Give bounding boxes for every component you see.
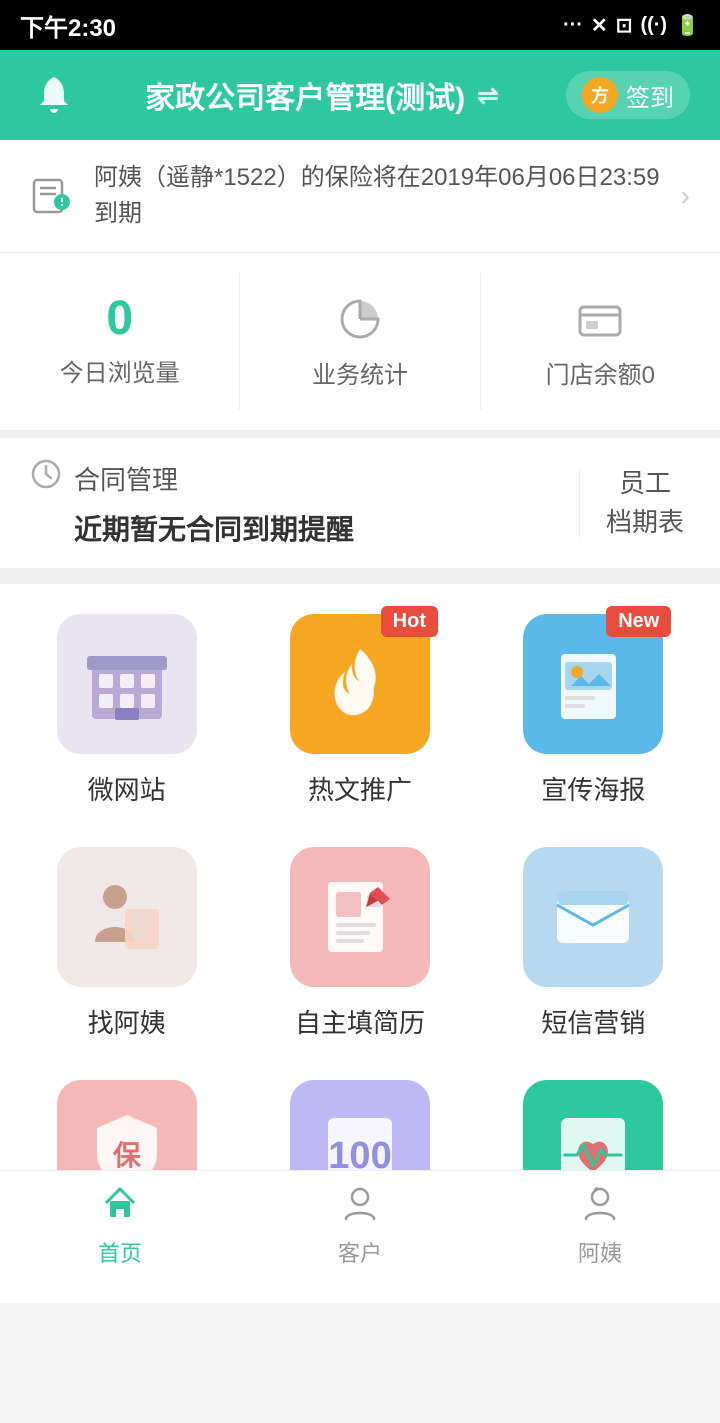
status-bar: 下午2:30 ··· ✕ ⊡ ((·) 🔋 xyxy=(0,0,720,50)
new-badge: New xyxy=(606,606,671,637)
bell-button[interactable] xyxy=(30,71,78,119)
header-title: 家政公司客户管理(测试) ⇌ xyxy=(145,73,499,117)
nav-ayi[interactable]: 阿姨 xyxy=(480,1171,720,1280)
notice-banner[interactable]: 阿姨（遥静*1522）的保险将在2019年06月06日23:59到期 › xyxy=(0,140,720,253)
home-icon xyxy=(100,1183,140,1230)
checkin-coin: 方 xyxy=(582,77,618,113)
balance-icon xyxy=(574,293,626,345)
notice-icon xyxy=(30,172,74,221)
menu-item-find-ayi[interactable]: 找阿姨 xyxy=(20,847,233,1040)
bottom-nav: 首页 客户 阿姨 xyxy=(0,1170,720,1280)
nav-ayi-label: 阿姨 xyxy=(578,1236,622,1268)
checkin-button[interactable]: 方 签到 xyxy=(566,71,690,119)
ayi-icon xyxy=(57,847,197,987)
contract-schedule-button[interactable]: 员工档期表 xyxy=(600,464,690,542)
sms-icon xyxy=(523,847,663,987)
visits-label: 今日浏览量 xyxy=(60,353,180,388)
menu-item-hot-article[interactable]: Hot 热文推广 xyxy=(253,614,466,807)
stats-row: 0 今日浏览量 业务统计 门店余额0 xyxy=(0,253,720,438)
contract-title: 合同管理 xyxy=(74,460,178,497)
stat-balance[interactable]: 门店余额0 xyxy=(480,273,720,410)
visits-value: 0 xyxy=(106,295,133,343)
customer-icon xyxy=(340,1183,380,1230)
time: 下午2:30 xyxy=(20,8,116,43)
nav-home[interactable]: 首页 xyxy=(0,1171,240,1280)
menu-item-sms[interactable]: 短信营销 xyxy=(487,847,700,1040)
nav-home-label: 首页 xyxy=(98,1236,142,1268)
notice-arrow: › xyxy=(681,180,690,212)
menu-item-micro-website[interactable]: 微网站 xyxy=(20,614,233,807)
hot-badge: Hot xyxy=(381,606,438,637)
balance-label: 门店余额0 xyxy=(546,355,655,390)
menu-item-resume[interactable]: 自主填简历 xyxy=(253,847,466,1040)
nav-customer[interactable]: 客户 xyxy=(240,1171,480,1280)
contract-divider xyxy=(579,468,580,538)
menu-label-find-ayi: 找阿姨 xyxy=(88,1003,166,1040)
stat-business[interactable]: 业务统计 xyxy=(239,273,479,410)
separator xyxy=(0,576,720,584)
ayi-nav-icon xyxy=(580,1183,620,1230)
menu-label-hot-article: 热文推广 xyxy=(308,770,412,807)
resume-icon xyxy=(290,847,430,987)
business-icon xyxy=(334,293,386,345)
svg-text:保: 保 xyxy=(113,1140,142,1171)
contract-section: 合同管理 近期暂无合同到期提醒 员工档期表 xyxy=(0,438,720,576)
business-label: 业务统计 xyxy=(312,355,408,390)
contract-left: 合同管理 近期暂无合同到期提醒 xyxy=(30,458,559,548)
menu-item-poster[interactable]: New 宣传海报 xyxy=(487,614,700,807)
bell-icon xyxy=(32,73,76,117)
contract-right-label: 员工档期表 xyxy=(606,464,684,542)
menu-label-resume: 自主填简历 xyxy=(295,1003,425,1040)
menu-label-poster: 宣传海报 xyxy=(541,770,645,807)
checkin-label: 签到 xyxy=(626,78,674,113)
header: 家政公司客户管理(测试) ⇌ 方 签到 xyxy=(0,50,720,140)
building-icon xyxy=(57,614,197,754)
contract-message: 近期暂无合同到期提醒 xyxy=(30,508,559,548)
menu-label-micro-website: 微网站 xyxy=(88,770,166,807)
status-icons: ··· ✕ ⊡ ((·) 🔋 xyxy=(563,13,700,38)
menu-label-sms: 短信营销 xyxy=(541,1003,645,1040)
nav-customer-label: 客户 xyxy=(338,1236,382,1268)
contract-clock-icon xyxy=(30,458,62,498)
stat-visits[interactable]: 0 今日浏览量 xyxy=(0,273,239,410)
notice-text: 阿姨（遥静*1522）的保险将在2019年06月06日23:59到期 xyxy=(94,160,661,232)
